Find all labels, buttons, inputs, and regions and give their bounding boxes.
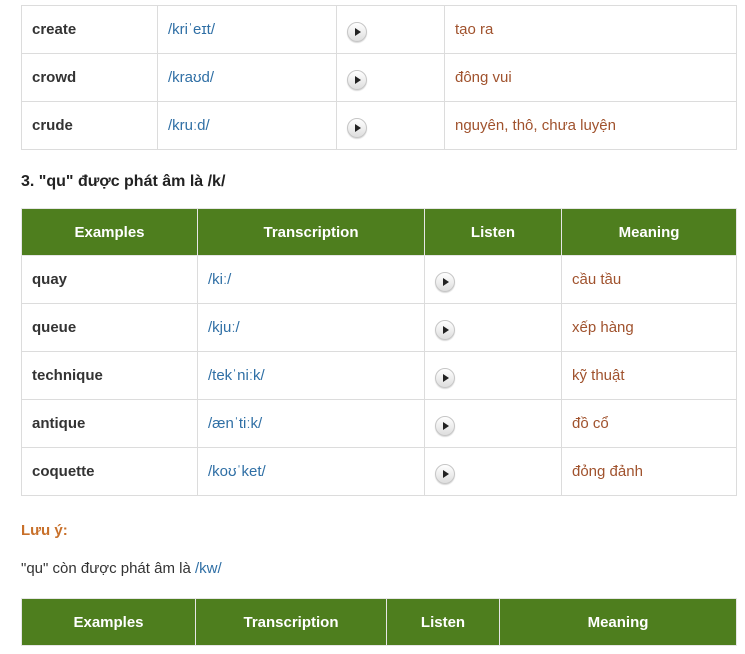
listen-cell	[424, 399, 562, 448]
meaning: xếp hàng	[561, 303, 737, 352]
transcription: /kriˈeɪt/	[157, 5, 337, 54]
table-c-words: create /kriˈeɪt/ tạo ra crowd /kraʊd/ đô…	[21, 5, 737, 150]
play-icon[interactable]	[435, 271, 455, 292]
transcription: /kjuː/	[197, 303, 425, 352]
note-ipa: /kw/	[194, 560, 222, 577]
column-header: Meaning	[499, 598, 737, 646]
column-header: Listen	[386, 598, 500, 646]
listen-cell	[336, 101, 445, 150]
table-row: coquette /koʊˈket/ đỏng đảnh	[21, 447, 737, 496]
transcription: /kraʊd/	[157, 53, 337, 102]
table-row: technique /tekˈniːk/ kỹ thuật	[21, 351, 737, 400]
play-icon[interactable]	[435, 319, 455, 340]
note-text: "qu" còn được phát âm là /kw/	[21, 560, 222, 577]
example-word: create	[21, 5, 158, 54]
table-qu-k: Examples Transcription Listen Meaning qu…	[21, 208, 737, 496]
transcription: /kruːd/	[157, 101, 337, 150]
table-row: crowd /kraʊd/ đông vui	[21, 53, 737, 102]
play-icon[interactable]	[435, 367, 455, 388]
table-row: crude /kruːd/ nguyên, thô, chưa luyện	[21, 101, 737, 150]
meaning: đồ cổ	[561, 399, 737, 448]
listen-cell	[424, 447, 562, 496]
note-title: Lưu ý:	[21, 522, 68, 539]
transcription: /ænˈtiːk/	[197, 399, 425, 448]
play-icon[interactable]	[347, 21, 367, 42]
transcription: /tekˈniːk/	[197, 351, 425, 400]
meaning: đỏng đảnh	[561, 447, 737, 496]
listen-cell	[424, 255, 562, 304]
table-row: create /kriˈeɪt/ tạo ra	[21, 5, 737, 54]
column-header: Transcription	[197, 208, 425, 256]
column-header: Examples	[21, 598, 196, 646]
example-word: crude	[21, 101, 158, 150]
meaning: cầu tầu	[561, 255, 737, 304]
meaning: nguyên, thô, chưa luyện	[444, 101, 737, 150]
play-icon[interactable]	[435, 415, 455, 436]
table-row: quay /kiː/ cầu tầu	[21, 255, 737, 304]
play-icon[interactable]	[347, 117, 367, 138]
play-icon[interactable]	[347, 69, 367, 90]
meaning: đông vui	[444, 53, 737, 102]
table-row: queue /kjuː/ xếp hàng	[21, 303, 737, 352]
section-heading: 3. "qu" được phát âm là /k/	[21, 173, 226, 190]
example-word: quay	[21, 255, 198, 304]
table-row: antique /ænˈtiːk/ đồ cổ	[21, 399, 737, 448]
example-word: antique	[21, 399, 198, 448]
example-word: coquette	[21, 447, 198, 496]
listen-cell	[424, 351, 562, 400]
listen-cell	[424, 303, 562, 352]
table-qu-kw: Examples Transcription Listen Meaning	[21, 598, 737, 646]
example-word: queue	[21, 303, 198, 352]
listen-cell	[336, 5, 445, 54]
example-word: crowd	[21, 53, 158, 102]
play-icon[interactable]	[435, 463, 455, 484]
column-header: Listen	[424, 208, 562, 256]
transcription: /kiː/	[197, 255, 425, 304]
example-word: technique	[21, 351, 198, 400]
column-header: Transcription	[195, 598, 387, 646]
meaning: kỹ thuật	[561, 351, 737, 400]
listen-cell	[336, 53, 445, 102]
meaning: tạo ra	[444, 5, 737, 54]
table-header-row: Examples Transcription Listen Meaning	[21, 598, 737, 646]
table-header-row: Examples Transcription Listen Meaning	[21, 208, 737, 256]
column-header: Meaning	[561, 208, 737, 256]
transcription: /koʊˈket/	[197, 447, 425, 496]
column-header: Examples	[21, 208, 198, 256]
note-text-body: "qu" còn được phát âm là	[21, 560, 195, 577]
